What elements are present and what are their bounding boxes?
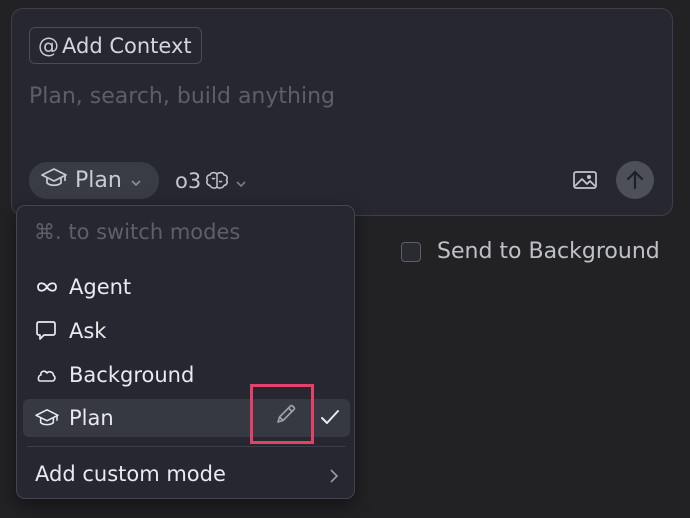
composer: @ Add Context Plan, search, build anythi… — [11, 8, 673, 216]
checkmark-icon — [320, 407, 340, 431]
chevron-down-icon — [235, 169, 247, 193]
at-icon: @ — [38, 33, 59, 58]
send-to-background-toggle[interactable]: Send to Background — [401, 239, 660, 264]
add-context-label: Add Context — [62, 33, 192, 58]
add-context-button[interactable]: @ Add Context — [29, 27, 202, 64]
brain-icon — [205, 171, 229, 191]
send-to-background-label: Send to Background — [437, 239, 660, 264]
mode-item-label: Background — [69, 363, 195, 387]
chevron-right-icon — [329, 465, 339, 489]
prompt-input[interactable]: Plan, search, build anything — [29, 84, 335, 109]
edit-mode-button[interactable] — [250, 384, 314, 444]
infinity-icon — [35, 280, 59, 294]
add-custom-mode-item[interactable]: Add custom mode — [35, 459, 339, 489]
image-icon — [572, 171, 598, 195]
mode-item-label: Agent — [69, 275, 132, 299]
cloud-icon — [35, 367, 59, 383]
mode-selector-label: Plan — [75, 168, 122, 193]
arrow-up-icon — [625, 169, 645, 191]
chevron-down-icon — [130, 168, 142, 193]
mode-item-label: Plan — [69, 406, 114, 430]
model-selector[interactable]: o3 — [175, 167, 247, 195]
mode-selector[interactable]: Plan — [29, 162, 159, 199]
switch-modes-hint: ⌘. to switch modes — [34, 220, 241, 244]
mode-item-ask[interactable]: Ask — [23, 312, 350, 350]
chat-bubble-icon — [35, 321, 59, 341]
mode-item-agent[interactable]: Agent — [23, 268, 350, 306]
mode-dropdown: ⌘. to switch modes Agent Ask Background — [16, 205, 355, 499]
model-selector-label: o3 — [175, 169, 202, 193]
send-to-background-checkbox[interactable] — [401, 241, 421, 262]
send-button[interactable] — [616, 161, 654, 199]
graduation-cap-icon — [41, 167, 67, 195]
add-custom-mode-label: Add custom mode — [35, 462, 226, 486]
image-upload-button[interactable] — [572, 169, 598, 195]
menu-divider — [27, 446, 346, 447]
mode-item-label: Ask — [69, 319, 107, 343]
graduation-cap-icon — [35, 408, 59, 428]
pencil-icon — [275, 403, 297, 429]
